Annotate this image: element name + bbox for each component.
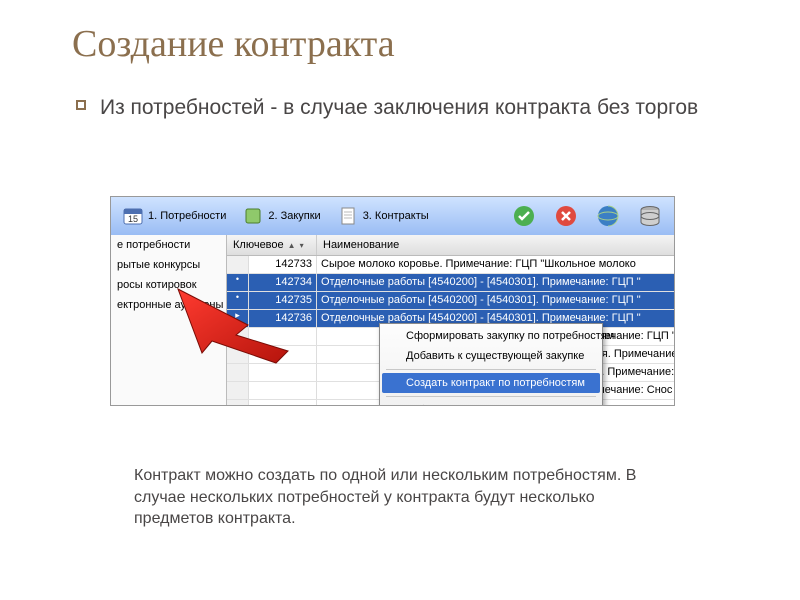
context-menu: Сформировать закупку по потребностям Доб… — [379, 323, 603, 405]
db-button[interactable] — [630, 201, 670, 231]
ctx-add-existing[interactable]: Добавить к существующей закупке — [382, 346, 600, 366]
calendar-icon: 15 — [122, 205, 144, 227]
app-screenshot: 15 1. Потребности 2. Закупки 3. Контракт… — [110, 196, 675, 406]
col-header-name[interactable]: Наименование — [317, 235, 674, 255]
bullet-item: Из потребностей - в случае заключения ко… — [0, 76, 800, 121]
sidebar-item-e-auctions[interactable]: ектронные аукционы — [111, 295, 226, 315]
ctx-form-purchase[interactable]: Сформировать закупку по потребностям — [382, 326, 600, 346]
table-row[interactable]: 142733 Сырое молоко коровье. Примечание:… — [227, 256, 674, 274]
row-handle-icon — [227, 256, 249, 273]
cell-key: 142733 — [249, 256, 317, 273]
cell-key — [249, 364, 317, 381]
bullet-marker-icon — [76, 100, 86, 110]
row-handle-icon: • — [227, 292, 249, 309]
tab-contracts[interactable]: 3. Контракты — [330, 201, 436, 231]
cell-name: Сырое молоко коровье. Примечание: ГЦП "Ш… — [317, 256, 674, 273]
x-circle-icon — [553, 203, 579, 229]
menu-separator — [386, 369, 596, 370]
cell-key: 142735 — [249, 292, 317, 309]
grid-header: Ключевое ▲ ▾ Наименование — [227, 235, 674, 256]
tab-purchases-label: 2. Закупки — [268, 210, 320, 222]
tab-contracts-label: 3. Контракты — [363, 210, 429, 222]
sidebar-item-open-tenders[interactable]: рытые конкурсы — [111, 255, 226, 275]
table-row[interactable]: • 142735 Отделочные работы [4540200] - [… — [227, 292, 674, 310]
bullet-text: Из потребностей - в случае заключения ко… — [100, 94, 698, 121]
panels: е потребности рытые конкурсы росы котиро… — [111, 235, 674, 405]
row-handle-icon — [227, 346, 249, 363]
check-circle-icon — [511, 203, 537, 229]
document-icon — [337, 205, 359, 227]
sidebar: е потребности рытые конкурсы росы котиро… — [111, 235, 227, 405]
slide-title: Создание контракта — [0, 0, 800, 76]
ctx-table-submenu[interactable]: Таблица — [382, 400, 600, 405]
database-icon — [637, 203, 663, 229]
sidebar-item-quote-requests[interactable]: росы котировок — [111, 275, 226, 295]
svg-text:15: 15 — [128, 214, 138, 224]
sort-asc-icon: ▲ — [288, 241, 296, 250]
col-header-key-label: Ключевое — [233, 239, 284, 251]
toolbar: 15 1. Потребности 2. Закупки 3. Контракт… — [111, 197, 674, 235]
cell-key: 142736 — [249, 310, 317, 327]
tab-needs-label: 1. Потребности — [148, 210, 226, 222]
cell-key: 142734 — [249, 274, 317, 291]
cell-key — [249, 382, 317, 399]
row-handle-icon — [227, 400, 249, 405]
cell-key — [249, 346, 317, 363]
cell-key — [249, 328, 317, 345]
ctx-create-contract[interactable]: Создать контракт по потребностям — [382, 373, 600, 393]
row-handle-icon: ▸ — [227, 310, 249, 327]
tab-purchases[interactable]: 2. Закупки — [235, 201, 327, 231]
footer-note: Контракт можно создать по одной или неск… — [134, 465, 674, 530]
cell-key — [249, 400, 317, 405]
menu-separator — [386, 396, 596, 397]
globe-icon — [595, 203, 621, 229]
row-handle-icon — [227, 382, 249, 399]
grid: Ключевое ▲ ▾ Наименование 142733 Сырое м… — [227, 235, 674, 405]
row-handle-icon — [227, 364, 249, 381]
row-handle-icon — [227, 328, 249, 345]
cancel-button[interactable] — [546, 201, 586, 231]
sidebar-item-all-needs[interactable]: е потребности — [111, 235, 226, 255]
tab-needs[interactable]: 15 1. Потребности — [115, 201, 233, 231]
col-header-key[interactable]: Ключевое ▲ ▾ — [227, 235, 317, 255]
cell-name: Отделочные работы [4540200] - [4540301].… — [317, 274, 674, 291]
table-row[interactable]: • 142734 Отделочные работы [4540200] - [… — [227, 274, 674, 292]
ok-button[interactable] — [504, 201, 544, 231]
book-icon — [242, 205, 264, 227]
cell-name: Отделочные работы [4540200] - [4540301].… — [317, 292, 674, 309]
chevron-down-icon: ▾ — [300, 241, 304, 250]
row-handle-icon: • — [227, 274, 249, 291]
globe-button[interactable] — [588, 201, 628, 231]
